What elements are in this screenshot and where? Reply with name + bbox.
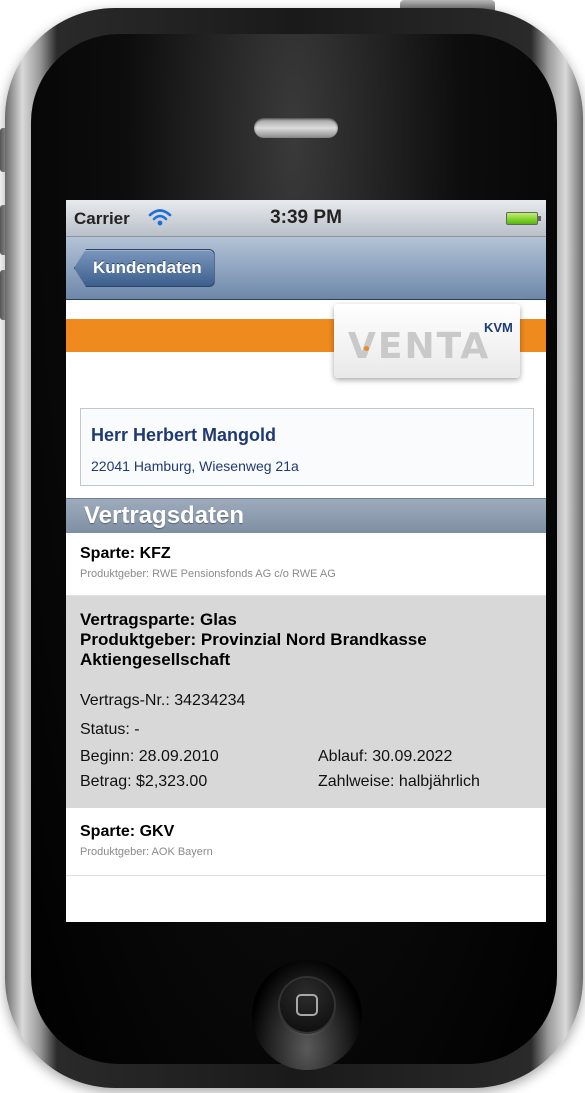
contract-payment: Zahlweise: halbjährlich bbox=[318, 773, 480, 790]
contract-number: Vertrags-Nr.: 34234234 bbox=[80, 692, 246, 709]
logo-superscript: KVM bbox=[484, 320, 513, 335]
contract-start: Beginn: 28.09.2010 bbox=[80, 748, 219, 765]
logo-text: VENTA bbox=[348, 326, 491, 367]
status-bar: Carrier 3:39 PM bbox=[66, 200, 546, 237]
contract-title: Sparte: KFZ bbox=[80, 545, 171, 562]
contract-title: Sparte: GKV bbox=[80, 823, 175, 840]
back-button[interactable]: Kundendaten bbox=[74, 249, 215, 287]
contract-row-gkv[interactable]: Sparte: GKV Produktgeber: AOK Bayern bbox=[66, 809, 546, 876]
contract-provider-line1: Produktgeber: Provinzial Nord Brandkasse bbox=[80, 630, 427, 649]
navigation-bar: Kundendaten bbox=[66, 237, 546, 300]
earpiece-speaker bbox=[254, 118, 338, 138]
phone-screen: Carrier 3:39 PM Kundendaten VENTA KVM He… bbox=[66, 200, 546, 922]
section-title: Vertragsdaten bbox=[84, 502, 245, 529]
contract-status: Status: - bbox=[80, 721, 140, 738]
battery-icon bbox=[506, 212, 541, 225]
contract-end: Ablauf: 30.09.2022 bbox=[318, 748, 453, 765]
contract-row-kfz[interactable]: Sparte: KFZ Produktgeber: RWE Pensionsfo… bbox=[66, 533, 546, 596]
section-header: Vertragsdaten bbox=[66, 498, 546, 534]
contract-provider: Produktgeber: RWE Pensionsfonds AG c/o R… bbox=[80, 568, 336, 580]
customer-card: Herr Herbert Mangold 22041 Hamburg, Wies… bbox=[80, 408, 534, 486]
clock: 3:39 PM bbox=[270, 207, 342, 228]
venta-logo: VENTA KVM bbox=[334, 304, 520, 378]
home-button[interactable] bbox=[280, 978, 334, 1032]
contract-detail-glas[interactable]: Vertragsparte: Glas Produktgeber: Provin… bbox=[66, 596, 546, 808]
customer-address: 22041 Hamburg, Wiesenweg 21a bbox=[91, 458, 299, 474]
home-button-area bbox=[252, 960, 362, 1070]
contract-type: Vertragsparte: Glas bbox=[80, 610, 237, 629]
customer-name: Herr Herbert Mangold bbox=[91, 425, 277, 445]
contract-provider: Produktgeber: AOK Bayern bbox=[80, 846, 213, 858]
contract-detail-title: Vertragsparte: Glas Produktgeber: Provin… bbox=[80, 610, 540, 670]
home-button-icon bbox=[296, 994, 318, 1016]
contract-amount: Betrag: $2,323.00 bbox=[80, 773, 208, 790]
logo-dot bbox=[364, 346, 369, 351]
contract-provider-line2: Aktiengesellschaft bbox=[80, 650, 231, 669]
